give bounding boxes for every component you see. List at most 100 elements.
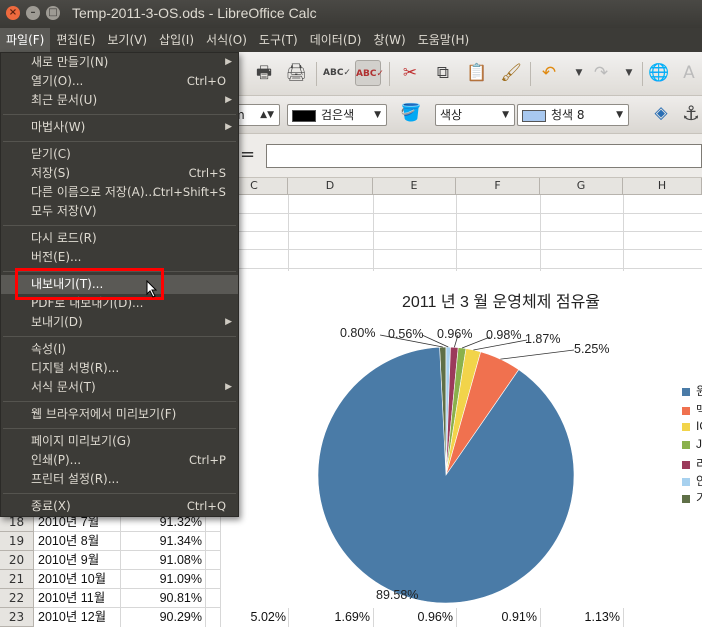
pie-slice[interactable] bbox=[445, 347, 467, 476]
menu-file[interactable]: 파일(F) bbox=[0, 28, 51, 52]
menu-data[interactable]: 데이터(D) bbox=[304, 28, 368, 52]
minimize-window-button[interactable]: – bbox=[26, 6, 40, 20]
row-header[interactable]: 23 bbox=[0, 608, 34, 627]
close-window-button[interactable]: × bbox=[6, 6, 20, 20]
menu-item-templates[interactable]: 서식 문서(T) ▶ bbox=[1, 378, 238, 397]
menu-item-save-all[interactable]: 모두 저장(V) bbox=[1, 202, 238, 221]
paint-bucket-icon[interactable]: 🪣 bbox=[398, 100, 424, 126]
menu-item-properties[interactable]: 속성(I) bbox=[1, 340, 238, 359]
formula-equals-icon[interactable]: = bbox=[240, 144, 255, 165]
menu-window[interactable]: 창(W) bbox=[367, 28, 411, 52]
menu-item-label: 보내기(D) bbox=[31, 315, 83, 329]
spellcheck-icon[interactable]: ABC✓ bbox=[323, 60, 351, 86]
menu-edit[interactable]: 편집(E) bbox=[50, 28, 101, 52]
grid-line bbox=[373, 608, 374, 627]
submenu-arrow-icon: ▶ bbox=[225, 382, 232, 392]
value-cell[interactable]: 1.13% bbox=[540, 608, 620, 627]
menu-tools[interactable]: 도구(T) bbox=[253, 28, 304, 52]
menu-item-exit[interactable]: 종료(X) Ctrl+Q bbox=[1, 497, 238, 516]
month-cell[interactable]: 2010년 12월 bbox=[38, 608, 106, 627]
legend-item: 윈 bbox=[682, 382, 702, 399]
row-header[interactable]: 22 bbox=[0, 589, 34, 608]
value-cell[interactable]: 90.29% bbox=[120, 608, 202, 627]
highlight-annotation-box bbox=[15, 268, 164, 300]
area-style-select[interactable]: 색상 ▼ bbox=[435, 104, 515, 126]
line-color-select[interactable]: 검은색 ▼ bbox=[287, 104, 387, 126]
pie-slice[interactable] bbox=[445, 346, 451, 476]
row-header[interactable]: 20 bbox=[0, 551, 34, 570]
area-color-select[interactable]: 청색 8 ▼ bbox=[517, 104, 629, 126]
menu-format[interactable]: 서식(O) bbox=[200, 28, 253, 52]
print-icon[interactable]: 🖶 bbox=[251, 60, 277, 86]
value-cell[interactable]: 91.34% bbox=[120, 532, 202, 551]
print-direct-icon[interactable]: 🖨 bbox=[283, 60, 309, 86]
pie-slice[interactable] bbox=[445, 346, 459, 476]
menu-item-page-preview[interactable]: 페이지 미리보기(G) bbox=[1, 432, 238, 451]
value-cell[interactable]: 91.09% bbox=[120, 570, 202, 589]
column-header[interactable]: D bbox=[288, 178, 373, 195]
month-cell[interactable]: 2010년 8월 bbox=[38, 532, 99, 551]
menu-item-save-as[interactable]: 다른 이름으로 저장(A)... Ctrl+Shift+S bbox=[1, 183, 238, 202]
copy-icon[interactable]: ⧉ bbox=[430, 60, 456, 86]
column-header[interactable]: F bbox=[456, 178, 540, 195]
menu-item-preview-in-browser[interactable]: 웹 브라우저에서 미리보기(F) bbox=[1, 405, 238, 424]
menu-item-save[interactable]: 저장(S) Ctrl+S bbox=[1, 164, 238, 183]
value-cell[interactable]: 0.91% bbox=[456, 608, 537, 627]
menu-item-versions[interactable]: 버전(E)... bbox=[1, 248, 238, 267]
menu-insert[interactable]: 삽입(I) bbox=[153, 28, 200, 52]
column-header[interactable]: E bbox=[373, 178, 456, 195]
row-header[interactable]: 21 bbox=[0, 570, 34, 589]
anchor-icon[interactable]: ⚓ bbox=[678, 100, 702, 126]
menu-item-wizard[interactable]: 마법사(W) ▶ bbox=[1, 118, 238, 137]
menu-item-digital-signature[interactable]: 디지털 서명(R)... bbox=[1, 359, 238, 378]
hyperlink-icon[interactable]: 🌐 bbox=[646, 60, 672, 86]
color-swatch bbox=[292, 109, 316, 122]
menu-item-print[interactable]: 인쇄(P)... Ctrl+P bbox=[1, 451, 238, 470]
column-header[interactable]: H bbox=[623, 178, 702, 195]
legend-swatch bbox=[682, 422, 690, 431]
menu-item-reload[interactable]: 다시 로드(R) bbox=[1, 229, 238, 248]
row-header[interactable]: 19 bbox=[0, 532, 34, 551]
legend-item: 안 bbox=[682, 472, 702, 489]
value-cell[interactable]: 0.96% bbox=[373, 608, 453, 627]
menu-item-label: 저장(S) bbox=[31, 166, 71, 180]
month-cell[interactable]: 2010년 11월 bbox=[38, 589, 105, 608]
menu-item-recent[interactable]: 최근 문서(U) ▶ bbox=[1, 91, 238, 110]
pie-slice[interactable] bbox=[445, 351, 520, 476]
maximize-window-button[interactable]: □ bbox=[46, 6, 60, 20]
menu-help[interactable]: 도움말(H) bbox=[412, 28, 476, 52]
chevron-down-icon: ▼ bbox=[502, 110, 509, 120]
shadow-icon[interactable]: ◈ bbox=[648, 100, 674, 126]
menu-item-printer-settings[interactable]: 프린터 설정(R)... bbox=[1, 470, 238, 489]
menu-item-send[interactable]: 보내기(D) ▶ bbox=[1, 313, 238, 332]
undo-icon[interactable]: ↶ bbox=[536, 60, 562, 86]
month-cell[interactable]: 2010년 10월 bbox=[38, 570, 106, 589]
paste-icon[interactable]: 📋 bbox=[464, 60, 490, 86]
menu-item-close[interactable]: 닫기(C) bbox=[1, 145, 238, 164]
value-cell[interactable]: 91.08% bbox=[120, 551, 202, 570]
legend-label: Ja bbox=[696, 437, 702, 451]
redo-dropdown-icon[interactable]: ▼ bbox=[616, 60, 642, 86]
pie-slice[interactable] bbox=[445, 348, 482, 476]
auto-spellcheck-icon[interactable]: ABC✓ bbox=[355, 60, 384, 86]
cut-icon[interactable]: ✂ bbox=[397, 60, 423, 86]
menu-shortcut: Ctrl+O bbox=[186, 74, 226, 88]
toolbar-separator bbox=[530, 62, 531, 86]
redo-icon[interactable]: ↷ bbox=[588, 60, 614, 86]
menu-item-open[interactable]: 열기(O)... Ctrl+O bbox=[1, 72, 238, 91]
value-cell[interactable]: 5.02% bbox=[220, 608, 286, 627]
pie-slice[interactable] bbox=[317, 346, 575, 604]
value-cell[interactable]: 90.81% bbox=[120, 589, 202, 608]
menu-item-new[interactable]: 새로 만들기(N) ▶ bbox=[1, 53, 238, 72]
grid-line bbox=[540, 608, 541, 627]
menu-view[interactable]: 보기(V) bbox=[101, 28, 153, 52]
sort-icon[interactable]: A bbox=[676, 60, 702, 86]
column-header[interactable]: G bbox=[540, 178, 623, 195]
formula-input[interactable] bbox=[266, 144, 702, 168]
legend-item: 맥 bbox=[682, 401, 702, 418]
menu-separator bbox=[3, 141, 236, 142]
value-cell[interactable]: 1.69% bbox=[288, 608, 370, 627]
pie-slice[interactable] bbox=[439, 346, 447, 476]
month-cell[interactable]: 2010년 9월 bbox=[38, 551, 99, 570]
clone-formatting-icon[interactable]: 🖌 bbox=[498, 60, 524, 86]
